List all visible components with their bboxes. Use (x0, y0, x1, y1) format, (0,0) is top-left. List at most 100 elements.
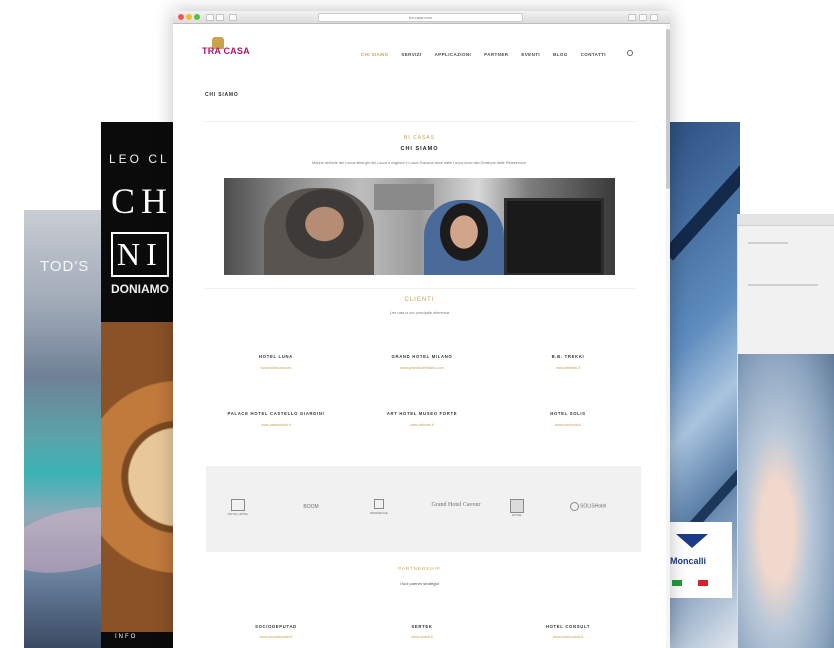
nav-item-applicazioni[interactable]: APPLICAZIONI (435, 52, 472, 57)
blue-site-card: Moncalli (668, 122, 740, 648)
client-item: HOTEL SOLIS www.hotelsolis.it (495, 411, 641, 427)
client-logos-band: ROYAL HOTEL BOOM RESIDENCE Grand Hotel C… (206, 466, 641, 552)
share-button[interactable] (628, 14, 636, 21)
about-title: CHI SIAMO (400, 146, 439, 152)
client-logo-label: Grand Hotel Cavour (431, 502, 481, 508)
brand-v-logo-icon (676, 534, 708, 548)
client-name: GRAND HOTEL MILANO (391, 354, 453, 359)
right-nav-line (748, 242, 788, 244)
flag-red-icon (698, 580, 708, 586)
nav-item-partner[interactable]: PARTNER (484, 52, 508, 57)
client-logo: BOOM (286, 504, 336, 522)
clients-text: Lee naw is our principale referenza (389, 311, 450, 315)
brand-name: Moncalli (670, 556, 707, 566)
flag-green-icon (672, 580, 682, 586)
brand-badge: Moncalli (668, 522, 732, 598)
nav-item-contatti[interactable]: CONTATTI (581, 52, 606, 57)
new-tab-button[interactable] (650, 14, 658, 21)
circle-emblem-icon (569, 502, 579, 511)
partner-name: SERTEK (411, 624, 433, 629)
crest-icon (231, 499, 245, 511)
client-link[interactable]: www.bbtrekki.it (495, 366, 641, 370)
close-window-icon[interactable] (178, 14, 184, 20)
partner-name: SOCIODEPUTAD (255, 624, 297, 629)
team-photo (224, 178, 615, 275)
right-hero-image (738, 354, 834, 648)
partnership-text: I tuoi partner strategici (399, 581, 440, 586)
divider (205, 288, 635, 289)
right-browser-toolbar (738, 214, 834, 226)
leo-top-text: LEO CL (109, 152, 170, 166)
page-title: CHI SIAMO (205, 92, 239, 98)
client-link[interactable]: www.hotelluna.com (203, 366, 349, 370)
sidebar-button[interactable] (229, 14, 237, 21)
tods-title: TOD'S (40, 258, 90, 275)
page-scrollbar[interactable] (666, 25, 670, 648)
scrollbar-thumb[interactable] (666, 29, 670, 189)
partner-item: SOCIODEPUTAD www.sociodeputad.it (203, 624, 349, 639)
nav-item-chi-siamo[interactable]: CHI SIAMO (361, 52, 388, 57)
client-logo: Grand Hotel Cavour (411, 502, 501, 520)
client-item: HOTEL LUNA www.hotelluna.com (203, 354, 349, 370)
photo-person-right (424, 200, 504, 275)
client-link[interactable]: www.hotelsolis.it (495, 423, 641, 427)
showcase-collage: TOD'S LEO CL CH NI DONIAMO O INFO Moncal… (0, 0, 834, 648)
divider (205, 121, 635, 122)
clients-eyebrow: CLIENTI (404, 297, 435, 303)
client-name: HOTEL LUNA (259, 354, 293, 359)
client-logo-label: SOLISHotel (579, 503, 607, 510)
client-link[interactable]: www.arthotel.it (349, 423, 495, 427)
client-logo-label: ROYAL HOTEL (227, 512, 249, 516)
minimize-window-icon[interactable] (186, 14, 192, 20)
partner-link[interactable]: www.sociodeputad.it (203, 635, 349, 639)
partner-name: HOTEL CONSULT (545, 624, 591, 629)
nav-item-blog[interactable]: BLOG (553, 52, 568, 57)
client-logo-label: RESIDENCE (370, 511, 388, 515)
search-icon[interactable] (627, 50, 633, 56)
client-name: HOTEL SOLIS (550, 411, 586, 416)
site-logo[interactable]: TRA CASA (202, 37, 272, 57)
client-logo: RESIDENCE (364, 499, 394, 517)
client-name: PALACE HOTEL CASTELLO GIARDINI (227, 411, 325, 416)
address-bar[interactable]: tra.casa.com (318, 13, 523, 22)
forward-button[interactable] (216, 14, 224, 21)
crest-icon (374, 499, 384, 509)
decorative-beam (668, 122, 740, 261)
right-site-card (737, 214, 834, 648)
partner-link[interactable]: www.hotelconsult.it (495, 635, 641, 639)
client-logo-label: HOTEL (511, 513, 522, 517)
maximize-window-icon[interactable] (194, 14, 200, 20)
browser-toolbar: tra.casa.com (173, 11, 670, 24)
right-content-line (748, 284, 818, 286)
partnership-eyebrow: PARTNERSHIP (398, 566, 441, 571)
client-logo-label: BOOM (303, 504, 319, 510)
tabs-button[interactable] (639, 14, 647, 21)
client-logo: SOLISHotel (558, 502, 618, 520)
site-header: TRA CASA CHI SIAMO SERVIZI APPLICAZIONI … (173, 25, 666, 69)
client-link[interactable]: www.grandhotelmilano.com (349, 366, 495, 370)
leo-headline-line2: NI (111, 232, 169, 277)
client-link[interactable]: www.palacehotel.it (203, 423, 349, 427)
logo-text: TRA CASA (202, 46, 250, 56)
photo-person-left (264, 188, 374, 275)
partner-item: SERTEK www.sertek.it (349, 624, 495, 639)
leo-footer-text: INFO (115, 634, 138, 640)
nav-item-servizi[interactable]: SERVIZI (401, 52, 421, 57)
back-button[interactable] (206, 14, 214, 21)
client-item: PALACE HOTEL CASTELLO GIARDINI www.palac… (203, 411, 349, 427)
nav-item-eventi[interactable]: EVENTI (521, 52, 540, 57)
photo-shelf (374, 184, 434, 210)
leo-headline-line1: CH (111, 181, 174, 221)
main-browser-window: tra.casa.com TRA CASA CHI SIAMO SERVIZI … (173, 11, 670, 648)
client-name: ART HOTEL MUSEO FORTE (386, 411, 458, 416)
client-name: B.B. TREKKI (551, 354, 585, 359)
client-item: GRAND HOTEL MILANO www.grandhotelmilano.… (349, 354, 495, 370)
partner-link[interactable]: www.sertek.it (349, 635, 495, 639)
about-text: Marina dell'arte dei Lucca alberghi del … (312, 161, 527, 165)
hotel-badge-icon (510, 499, 524, 513)
photo-monitor (504, 198, 604, 275)
leo-subheading: DONIAMO O (111, 282, 182, 296)
client-logo: HOTEL (506, 499, 528, 517)
client-item: ART HOTEL MUSEO FORTE www.arthotel.it (349, 411, 495, 427)
main-navigation: CHI SIAMO SERVIZI APPLICAZIONI PARTNER E… (361, 50, 633, 57)
